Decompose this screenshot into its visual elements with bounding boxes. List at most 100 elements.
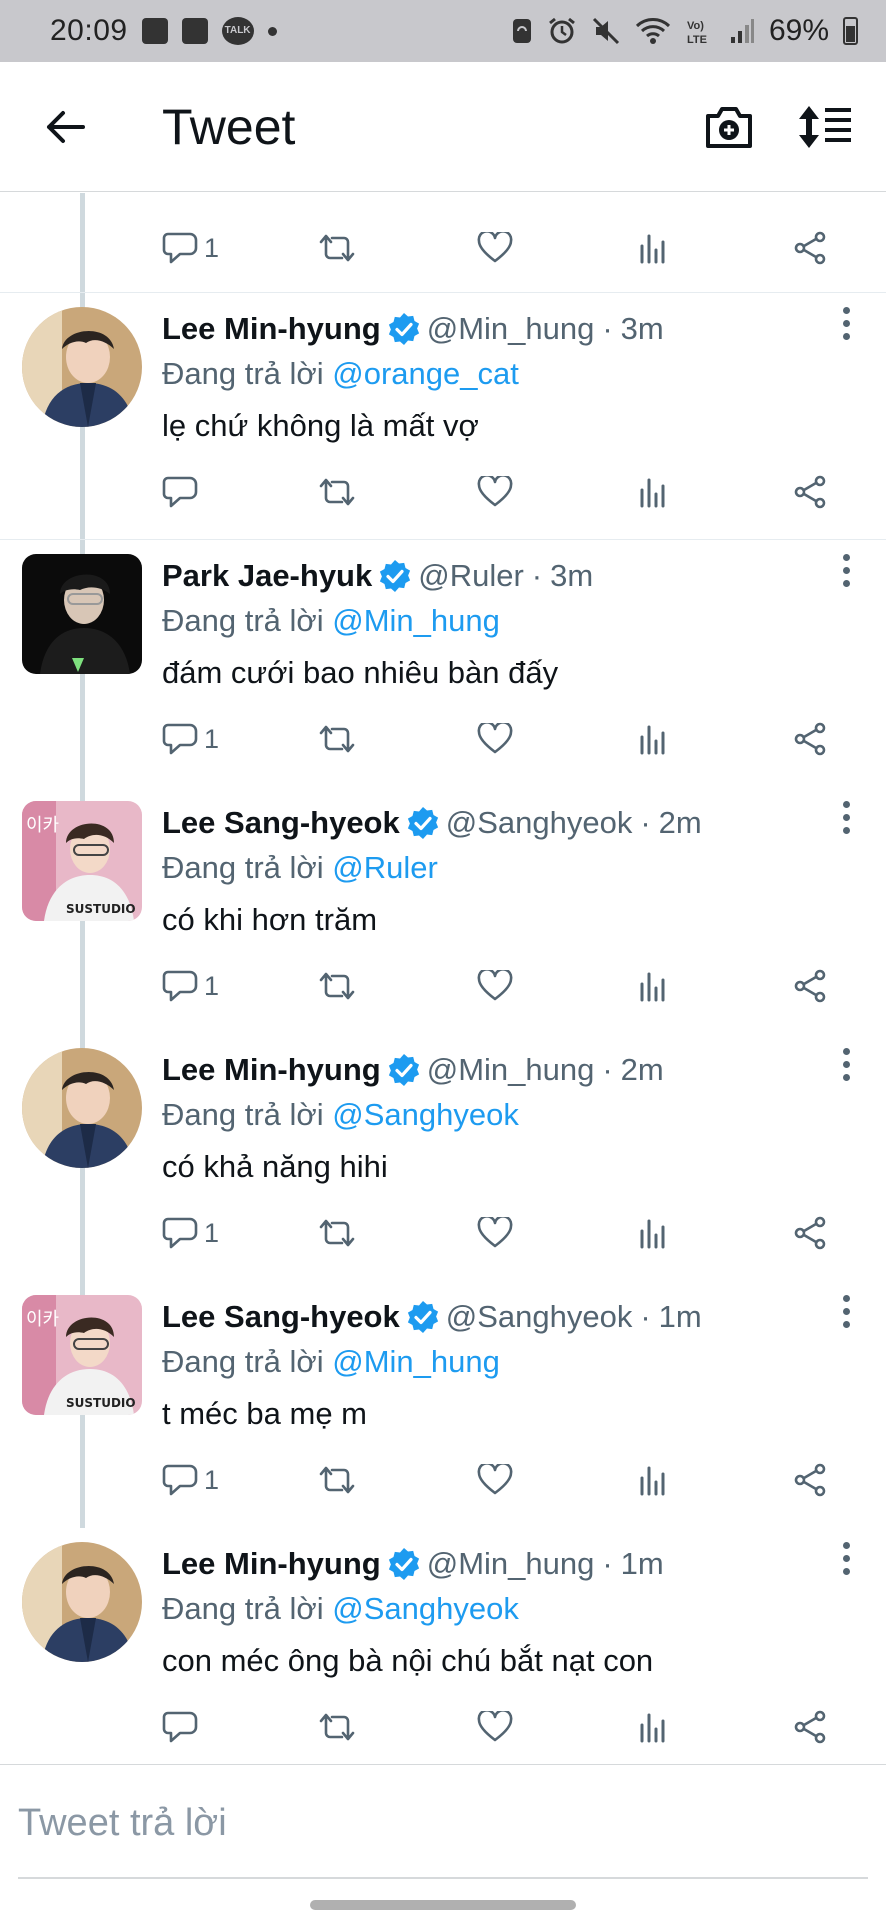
comment-icon xyxy=(162,476,198,508)
share-button[interactable] xyxy=(792,1216,828,1250)
more-options-button[interactable] xyxy=(826,787,866,847)
reply-button[interactable]: 1 xyxy=(162,1463,219,1497)
retweet-icon xyxy=(319,478,355,506)
author-name[interactable]: Park Jae-hyuk xyxy=(162,558,372,594)
more-dot-icon xyxy=(842,553,850,561)
author-handle[interactable]: @Min_hung xyxy=(427,1546,595,1582)
tweet[interactable]: Lee Min-hyung @Min_hung · 1m Đang trả lờ… xyxy=(0,1528,886,1775)
tweet[interactable]: 이카 SUSTUDIO Lee Sang-hyeok @Sanghyeok · 1… xyxy=(0,1281,886,1528)
reply-button[interactable]: 1 xyxy=(162,722,219,756)
tweet-time: 1m xyxy=(658,1299,702,1334)
camera-button[interactable] xyxy=(694,92,764,162)
back-button[interactable] xyxy=(30,92,100,162)
analytics-button[interactable] xyxy=(637,1464,669,1496)
separator-dot: · xyxy=(640,1299,651,1334)
share-button[interactable] xyxy=(792,969,828,1003)
sort-button[interactable] xyxy=(790,92,860,162)
like-button[interactable] xyxy=(477,232,513,264)
like-button[interactable] xyxy=(477,723,513,755)
avatar-sang-hyeok[interactable]: 이카 SUSTUDIO xyxy=(22,801,142,921)
tweet-time: 2m xyxy=(658,805,702,840)
analytics-button[interactable] xyxy=(637,232,669,264)
tweet-header: Lee Sang-hyeok @Sanghyeok · 1m xyxy=(162,1295,866,1339)
author-name[interactable]: Lee Min-hyung xyxy=(162,311,381,347)
analytics-button[interactable] xyxy=(637,1217,669,1249)
mention-link[interactable]: @Sanghyeok xyxy=(332,1097,519,1132)
reply-button[interactable]: 1 xyxy=(162,231,219,265)
retweet-button[interactable] xyxy=(317,1217,357,1249)
tweet[interactable]: Park Jae-hyuk @Ruler · 3m Đang trả lời @… xyxy=(0,540,886,787)
author-name[interactable]: Lee Min-hyung xyxy=(162,1052,381,1088)
author-name[interactable]: Lee Sang-hyeok xyxy=(162,805,400,841)
tweet-body: Lee Min-hyung @Min_hung · 3m Đang trả lờ… xyxy=(162,307,866,451)
avatar-min-hyung[interactable] xyxy=(22,1542,142,1662)
share-button[interactable] xyxy=(792,1710,828,1744)
author-handle[interactable]: @Ruler xyxy=(418,558,524,594)
avatar-sang-hyeok[interactable]: 이카 SUSTUDIO xyxy=(22,1295,142,1415)
battery-percent: 69% xyxy=(768,14,829,47)
separator-dot: · xyxy=(602,311,613,346)
svg-text:SUSTUDIO: SUSTUDIO xyxy=(66,1396,136,1410)
author-handle[interactable]: @Sanghyeok xyxy=(446,1299,633,1335)
analytics-button[interactable] xyxy=(637,1711,669,1743)
avatar-min-hyung[interactable] xyxy=(22,1048,142,1168)
retweet-button[interactable] xyxy=(317,1711,357,1743)
gesture-nav-bar[interactable] xyxy=(310,1900,576,1910)
more-options-button[interactable] xyxy=(826,293,866,353)
author-handle[interactable]: @Min_hung xyxy=(427,311,595,347)
reply-button[interactable]: 1 xyxy=(162,1216,219,1250)
avatar-min-hyung[interactable] xyxy=(22,307,142,427)
like-button[interactable] xyxy=(477,476,513,508)
more-options-button[interactable] xyxy=(826,540,866,600)
share-button[interactable] xyxy=(792,722,828,756)
retweet-button[interactable] xyxy=(317,476,357,508)
more-options-button[interactable] xyxy=(826,1281,866,1341)
comment-icon xyxy=(162,1464,198,1496)
author-name[interactable]: Lee Min-hyung xyxy=(162,1546,381,1582)
analytics-button[interactable] xyxy=(637,723,669,755)
gallery-icon xyxy=(141,18,168,44)
more-dot-icon xyxy=(842,1567,850,1575)
analytics-button[interactable] xyxy=(637,476,669,508)
separator-dot: · xyxy=(602,1052,613,1087)
tweet[interactable]: Lee Min-hyung @Min_hung · 3m Đang trả lờ… xyxy=(0,293,886,540)
tweet-body: Lee Min-hyung @Min_hung · 1m Đang trả lờ… xyxy=(162,1542,866,1686)
more-options-button[interactable] xyxy=(826,1034,866,1094)
like-button[interactable] xyxy=(477,1217,513,1249)
volte-icon: Vo) LTE xyxy=(687,20,707,46)
author-name[interactable]: Lee Sang-hyeok xyxy=(162,1299,400,1335)
tweet[interactable]: 이카 SUSTUDIO Lee Sang-hyeok @Sanghyeok · 2… xyxy=(0,787,886,1034)
share-button[interactable] xyxy=(792,1463,828,1497)
retweet-button[interactable] xyxy=(317,232,357,264)
avatar-jae-hyuk[interactable] xyxy=(22,554,142,674)
like-button[interactable] xyxy=(477,970,513,1002)
tweet[interactable]: Lee Min-hyung @Min_hung · 2m Đang trả lờ… xyxy=(0,1034,886,1281)
like-button[interactable] xyxy=(477,1464,513,1496)
share-icon xyxy=(794,1463,826,1497)
retweet-button[interactable] xyxy=(317,1464,357,1496)
camera-plus-icon xyxy=(706,106,752,148)
author-handle[interactable]: @Min_hung xyxy=(427,1052,595,1088)
retweet-button[interactable] xyxy=(317,970,357,1002)
reply-count: 1 xyxy=(204,1217,220,1248)
mention-link[interactable]: @Ruler xyxy=(332,850,438,885)
like-button[interactable] xyxy=(477,1711,513,1743)
retweet-button[interactable] xyxy=(317,723,357,755)
more-options-button[interactable] xyxy=(826,1528,866,1588)
analytics-button[interactable] xyxy=(637,970,669,1002)
mention-link[interactable]: @Min_hung xyxy=(332,603,500,638)
share-button[interactable] xyxy=(792,475,828,509)
mention-link[interactable]: @orange_cat xyxy=(332,356,519,391)
replying-to: Đang trả lời @Sanghyeok xyxy=(162,1588,866,1630)
reply-button[interactable] xyxy=(162,1710,204,1744)
reply-button[interactable] xyxy=(162,475,204,509)
partial-tweet-actions: 1 xyxy=(0,193,886,293)
mention-link[interactable]: @Min_hung xyxy=(332,1344,500,1379)
reply-button[interactable]: 1 xyxy=(162,969,219,1003)
verified-badge-icon xyxy=(380,560,411,592)
share-button[interactable] xyxy=(792,231,828,265)
reply-input[interactable] xyxy=(18,1787,868,1859)
tweet-header: Park Jae-hyuk @Ruler · 3m xyxy=(162,554,866,598)
author-handle[interactable]: @Sanghyeok xyxy=(446,805,633,841)
mention-link[interactable]: @Sanghyeok xyxy=(332,1591,519,1626)
